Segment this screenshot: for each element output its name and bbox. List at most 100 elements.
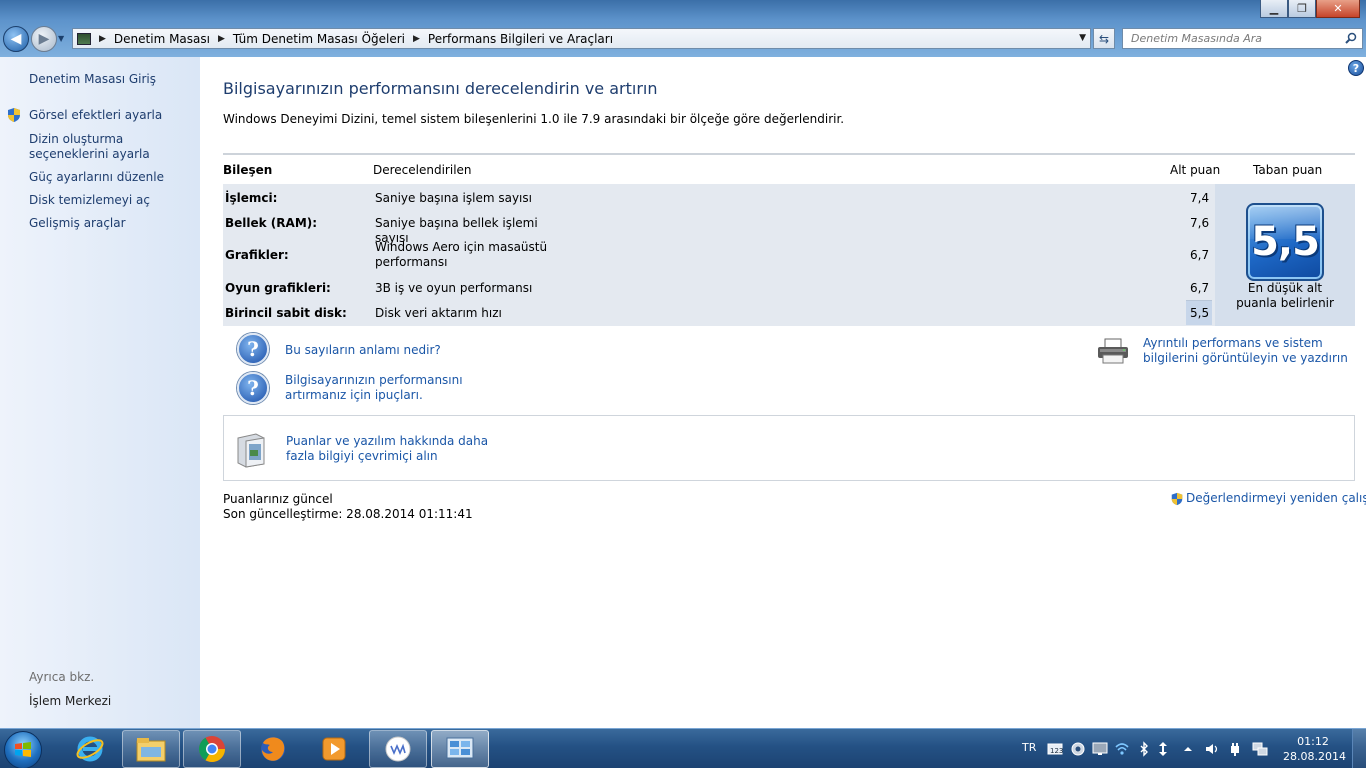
sidebar-disk-cleanup-link[interactable]: Disk temizlemeyi aç xyxy=(29,193,194,208)
row-disk-rated: Disk veri aktarım hızı xyxy=(375,306,502,320)
updown-arrows-icon[interactable] xyxy=(1155,741,1171,757)
refresh-button[interactable]: ⇆ xyxy=(1093,28,1115,49)
back-button[interactable]: ◀ xyxy=(3,26,29,52)
meaning-link[interactable]: Bu sayıların anlamı nedir? xyxy=(285,343,441,358)
rerun-assessment-label: Değerlendirmeyi yeniden çalıştır xyxy=(1186,491,1366,505)
forward-arrow-icon: ▶ xyxy=(38,31,50,47)
power-plug-icon[interactable] xyxy=(1227,741,1243,757)
status-last-updated: Son güncelleştirme: 28.08.2014 01:11:41 xyxy=(223,507,473,521)
clock-date[interactable]: 28.08.2014 xyxy=(1283,750,1346,763)
row-gaming-subscore: 6,7 xyxy=(1190,281,1210,295)
svg-text:123: 123 xyxy=(1050,747,1063,755)
bluetooth-icon[interactable] xyxy=(1136,741,1152,757)
taskbar-internet-explorer[interactable] xyxy=(61,730,119,768)
uac-shield-icon xyxy=(8,108,20,122)
address-bar[interactable]: ▶ Denetim Masası ▶ Tüm Denetim Masası Öğ… xyxy=(72,28,1091,49)
recent-pages-dropdown[interactable]: ▼ xyxy=(58,34,64,43)
window-titlebar: ▁ ❐ ✕ ◀ ▶ ▼ ▶ Denetim Masası ▶ Tüm Denet… xyxy=(0,0,1366,57)
printer-icon xyxy=(1098,338,1128,364)
start-button[interactable] xyxy=(4,731,42,768)
base-score-badge: 5,5 xyxy=(1246,203,1324,281)
search-icon[interactable] xyxy=(1345,32,1357,44)
taskbar-chrome[interactable] xyxy=(183,730,241,768)
tips-link[interactable]: Bilgisayarınızın performansını artırmanı… xyxy=(285,373,510,403)
taskbar-media-player[interactable] xyxy=(305,730,363,768)
online-info-link[interactable]: Puanlar ve yazılım hakkında daha fazla b… xyxy=(286,434,506,464)
header-basescore: Taban puan xyxy=(1253,163,1323,177)
row-cpu-rated: Saniye başına işlem sayısı xyxy=(375,191,532,205)
row-disk-subscore: 5,5 xyxy=(1190,306,1210,320)
base-score-value: 5,5 xyxy=(1251,219,1320,265)
show-desktop-button[interactable] xyxy=(1352,729,1366,768)
folder-icon xyxy=(136,738,166,762)
control-panel-folder-icon xyxy=(77,32,91,45)
main-content: ? Bilgisayarınızın performansını derecel… xyxy=(200,57,1366,728)
search-input[interactable] xyxy=(1131,32,1331,45)
close-button[interactable]: ✕ xyxy=(1316,0,1360,18)
app-logo-icon xyxy=(385,736,411,762)
header-subscore: Alt puan xyxy=(1170,163,1221,177)
row-ram-label: Bellek (RAM): xyxy=(225,216,318,230)
refresh-icon: ⇆ xyxy=(1098,31,1110,46)
windows-logo-icon xyxy=(15,742,31,757)
see-also-heading: Ayrıca bkz. xyxy=(29,670,95,684)
breadcrumb-performance[interactable]: Performans Bilgileri ve Araçları xyxy=(428,32,613,46)
media-player-icon xyxy=(322,737,346,761)
search-box[interactable] xyxy=(1122,28,1363,49)
row-gaming-label: Oyun grafikleri: xyxy=(225,281,331,295)
page-title: Bilgisayarınızın performansını derecelen… xyxy=(223,79,658,98)
sidebar-visual-effects-link[interactable]: Görsel efektleri ayarla xyxy=(29,108,194,123)
row-cpu-label: İşlemci: xyxy=(225,191,278,205)
sidebar-home-link[interactable]: Denetim Masası Giriş xyxy=(29,72,194,87)
base-score-caption: En düşük alt puanla belirlenir xyxy=(1236,281,1334,310)
table-divider xyxy=(223,153,1355,155)
page-description: Windows Deneyimi Dizini, temel sistem bi… xyxy=(223,112,845,126)
header-rated: Derecelendirilen xyxy=(373,163,472,177)
clock-time[interactable]: 01:12 xyxy=(1283,735,1343,748)
show-hidden-icons-icon[interactable] xyxy=(1180,741,1196,757)
sidebar: Denetim Masası Giriş Görsel efektleri ay… xyxy=(0,57,200,728)
performance-tool-icon xyxy=(446,737,474,759)
back-arrow-icon: ◀ xyxy=(10,31,22,47)
breadcrumb-separator-icon[interactable]: ▶ xyxy=(99,34,106,44)
rerun-assessment-link[interactable]: Değerlendirmeyi yeniden çalıştır xyxy=(1170,491,1366,506)
row-graphics-label: Grafikler: xyxy=(225,248,289,262)
row-graphics-subscore: 6,7 xyxy=(1190,248,1210,262)
taskbar-vivaldi-app[interactable] xyxy=(369,730,427,768)
wifi-icon[interactable] xyxy=(1114,741,1130,757)
breadcrumb-separator-icon[interactable]: ▶ xyxy=(413,34,420,44)
taskbar: TR 123 01:12 28.08.2014 xyxy=(0,728,1366,768)
row-gaming-rated: 3B iş ve oyun performansı xyxy=(375,281,533,295)
software-box-icon xyxy=(237,433,265,468)
internet-explorer-icon xyxy=(76,736,104,762)
network-icon[interactable] xyxy=(1252,741,1268,757)
sidebar-action-center-link[interactable]: İşlem Merkezi xyxy=(29,694,194,709)
row-cpu-subscore: 7,4 xyxy=(1190,191,1210,205)
taskbar-firefox[interactable] xyxy=(244,730,302,768)
help-icon[interactable]: ? xyxy=(1348,60,1364,76)
question-mark-icon: ? xyxy=(237,372,269,404)
firefox-icon xyxy=(261,737,285,761)
taskbar-control-panel[interactable] xyxy=(431,730,489,768)
minimize-button[interactable]: ▁ xyxy=(1260,0,1288,18)
breadcrumb-control-panel[interactable]: Denetim Masası xyxy=(114,32,210,46)
address-dropdown-icon[interactable]: ▼ xyxy=(1079,33,1086,43)
monitor-icon[interactable] xyxy=(1092,741,1108,757)
sidebar-power-settings-link[interactable]: Güç ayarlarını düzenle xyxy=(29,170,194,185)
forward-button[interactable]: ▶ xyxy=(31,26,57,52)
breadcrumb-separator-icon[interactable]: ▶ xyxy=(218,34,225,44)
window-controls: ▁ ❐ ✕ xyxy=(1260,0,1360,18)
uac-shield-icon xyxy=(1171,492,1183,505)
online-info-box: Puanlar ve yazılım hakkında daha fazla b… xyxy=(223,415,1355,481)
score-table xyxy=(223,184,1215,326)
language-indicator[interactable]: TR xyxy=(1022,741,1036,754)
sidebar-indexing-options-link[interactable]: Dizin oluşturma seçeneklerini ayarla xyxy=(29,132,194,162)
volume-icon[interactable] xyxy=(1204,741,1220,757)
sidebar-advanced-tools-link[interactable]: Gelişmiş araçlar xyxy=(29,216,194,231)
tray-app-icon[interactable] xyxy=(1070,741,1086,757)
breadcrumb-all-items[interactable]: Tüm Denetim Masası Öğeleri xyxy=(233,32,405,46)
details-print-link[interactable]: Ayrıntılı performans ve sistem bilgileri… xyxy=(1143,336,1358,366)
input-method-icon[interactable]: 123 xyxy=(1047,741,1063,757)
maximize-button[interactable]: ❐ xyxy=(1288,0,1316,18)
taskbar-windows-explorer[interactable] xyxy=(122,730,180,768)
